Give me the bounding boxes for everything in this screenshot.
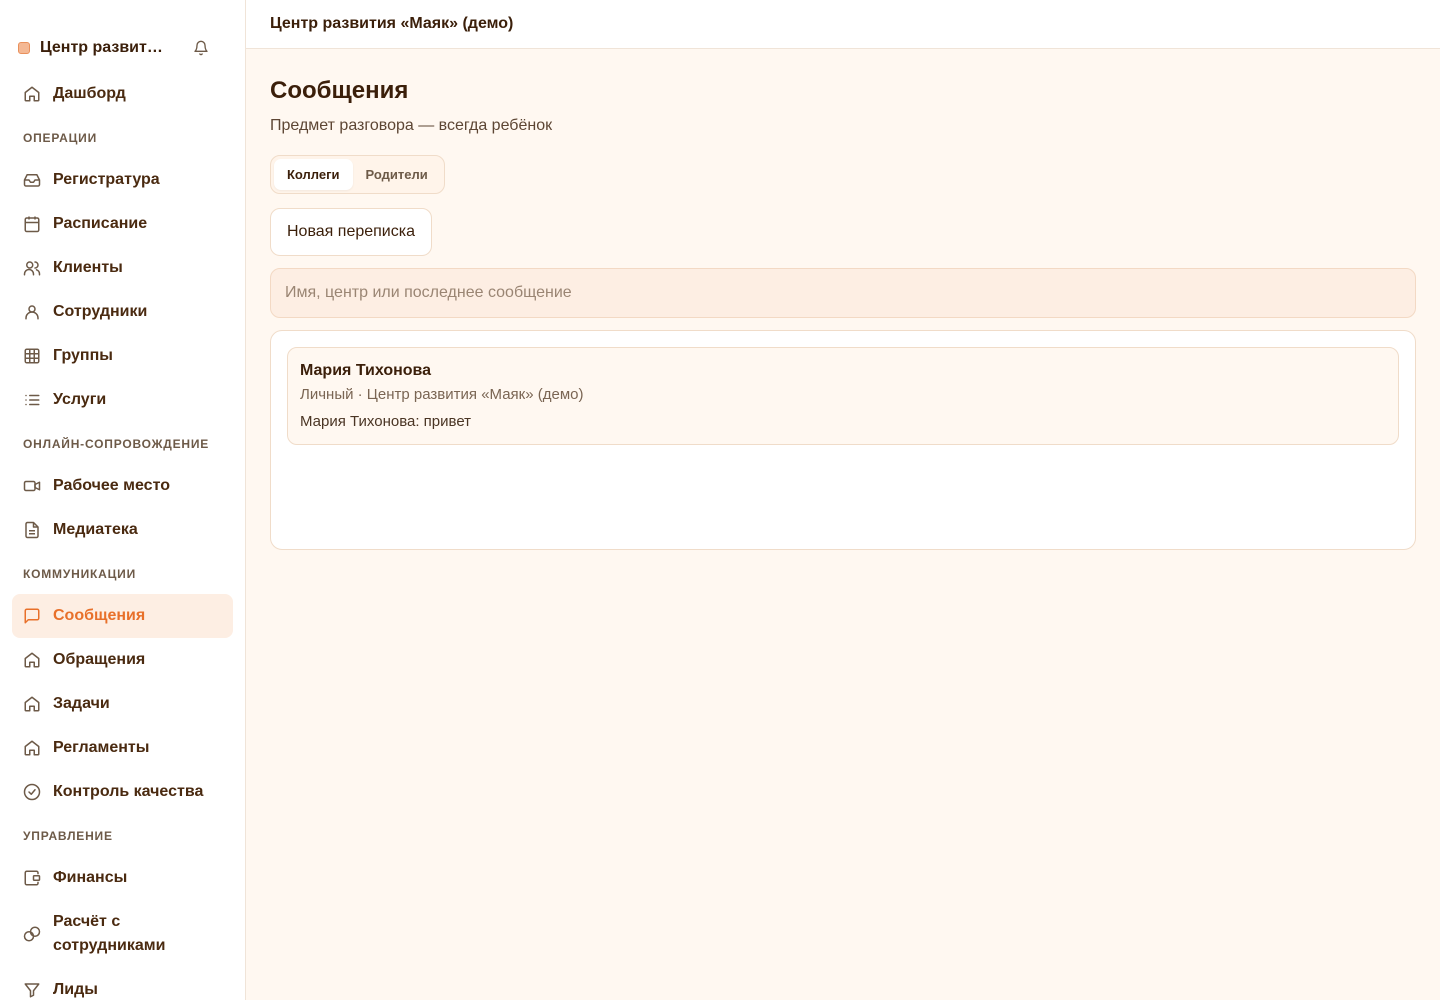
sidebar-item-payroll[interactable]: Расчёт с сотрудниками bbox=[12, 900, 233, 968]
conversation-list: Мария Тихонова Личный · Центр развития «… bbox=[270, 330, 1416, 550]
calendar-icon bbox=[24, 216, 40, 233]
check-circle-icon bbox=[23, 783, 41, 801]
sidebar-item-dashboard[interactable]: Дашборд bbox=[12, 72, 233, 116]
sidebar-item-label: Задачи bbox=[53, 695, 110, 712]
brand-logo-icon bbox=[18, 42, 30, 54]
filter-icon bbox=[24, 983, 40, 998]
sidebar-item-label: Услуги bbox=[53, 391, 107, 408]
grid-icon bbox=[24, 348, 40, 364]
page-subtitle: Предмет разговора — всегда ребёнок bbox=[270, 117, 553, 134]
sidebar-item-label: Клиенты bbox=[53, 259, 123, 276]
sidebar-item-label: Сообщения bbox=[53, 607, 146, 624]
sidebar-item-finance[interactable]: Финансы bbox=[12, 856, 233, 900]
home-icon bbox=[24, 740, 40, 756]
file-text-icon bbox=[25, 521, 39, 539]
sidebar-item-staff[interactable]: Сотрудники bbox=[12, 290, 233, 334]
sidebar-item-label: Регламенты bbox=[53, 739, 150, 756]
home-icon bbox=[24, 652, 40, 668]
sidebar-item-label: Контроль качества bbox=[53, 783, 204, 800]
app-root: Центр развит… Дашборд ОПЕРАЦИИ Регистрат… bbox=[0, 0, 1440, 1000]
sidebar-item-label: Рабочее место bbox=[53, 477, 170, 494]
sidebar-item-workplace[interactable]: Рабочее место bbox=[12, 464, 233, 508]
tabs: Коллеги Родители bbox=[270, 155, 445, 194]
tab-parents[interactable]: Родители bbox=[353, 159, 441, 190]
sidebar-item-label: Медиатека bbox=[53, 521, 138, 538]
sidebar-item-regulations[interactable]: Регламенты bbox=[12, 726, 233, 770]
new-conversation-button[interactable]: Новая переписка bbox=[270, 208, 432, 256]
list-icon bbox=[25, 394, 40, 406]
conversation-last-message: Мария Тихонова: привет bbox=[300, 413, 472, 430]
sidebar-item-schedule[interactable]: Расписание bbox=[12, 202, 233, 246]
home-icon bbox=[24, 86, 40, 102]
search-input[interactable] bbox=[270, 268, 1416, 318]
sidebar-item-reception[interactable]: Регистратура bbox=[12, 158, 233, 202]
sidebar-item-groups[interactable]: Группы bbox=[12, 334, 233, 378]
sidebar-item-clients[interactable]: Клиенты bbox=[12, 246, 233, 290]
conversation-name: Мария Тихонова bbox=[300, 362, 432, 379]
coins-icon bbox=[23, 926, 41, 942]
message-square-icon bbox=[24, 608, 40, 624]
video-icon bbox=[23, 480, 41, 492]
sidebar: Центр развит… Дашборд ОПЕРАЦИИ Регистрат… bbox=[0, 0, 246, 1000]
brand-row: Центр развит… bbox=[0, 24, 245, 72]
sidebar-item-label: Расписание bbox=[53, 215, 148, 232]
page-title: Сообщения bbox=[270, 77, 409, 104]
users-icon bbox=[23, 261, 41, 276]
brand-name: Центр развит… bbox=[40, 39, 163, 56]
messages-content: Сообщения Предмет разговора — всегда реб… bbox=[246, 49, 1440, 550]
inbox-icon bbox=[23, 174, 41, 187]
brand[interactable]: Центр развит… bbox=[18, 39, 163, 57]
bell-icon[interactable] bbox=[193, 40, 209, 56]
home-icon bbox=[24, 696, 40, 712]
user-icon bbox=[25, 305, 39, 320]
sidebar-item-services[interactable]: Услуги bbox=[12, 378, 233, 422]
section-online: ОНЛАЙН-СОПРОВОЖДЕНИЕ bbox=[23, 437, 210, 451]
sidebar-item-label: Группы bbox=[53, 347, 113, 364]
main: Центр развития «Маяк» (демо) Сообщения П… bbox=[246, 0, 1440, 1000]
section-communications: КОММУНИКАЦИИ bbox=[23, 567, 137, 581]
topbar-title: Центр развития «Маяк» (демо) bbox=[270, 15, 514, 32]
sidebar-item-label: Обращения bbox=[53, 651, 146, 668]
sidebar-item-label: Финансы bbox=[53, 869, 128, 886]
conversation-meta: Личный · Центр развития «Маяк» (демо) bbox=[300, 386, 584, 403]
sidebar-nav: Дашборд ОПЕРАЦИИ Регистратура Расписание… bbox=[0, 72, 245, 1000]
sidebar-item-label: Лиды bbox=[53, 981, 98, 998]
topbar: Центр развития «Маяк» (демо) bbox=[246, 0, 1440, 49]
sidebar-item-quality[interactable]: Контроль качества bbox=[12, 770, 233, 814]
section-management: УПРАВЛЕНИЕ bbox=[23, 829, 113, 843]
tab-colleagues[interactable]: Коллеги bbox=[274, 159, 353, 190]
sidebar-item-messages[interactable]: Сообщения bbox=[12, 594, 233, 638]
sidebar-item-media[interactable]: Медиатека bbox=[12, 508, 233, 552]
list-item[interactable]: Мария Тихонова Личный · Центр развития «… bbox=[287, 347, 1399, 445]
sidebar-item-leads[interactable]: Лиды bbox=[12, 968, 233, 1000]
sidebar-item-label: Регистратура bbox=[53, 171, 160, 188]
sidebar-item-label: Расчёт с сотрудниками bbox=[53, 913, 166, 954]
sidebar-item-tasks[interactable]: Задачи bbox=[12, 682, 233, 726]
section-operations: ОПЕРАЦИИ bbox=[23, 131, 97, 145]
sidebar-item-label: Сотрудники bbox=[53, 303, 148, 320]
sidebar-item-requests[interactable]: Обращения bbox=[12, 638, 233, 682]
sidebar-item-label: Дашборд bbox=[53, 85, 126, 102]
wallet-icon bbox=[24, 870, 41, 886]
